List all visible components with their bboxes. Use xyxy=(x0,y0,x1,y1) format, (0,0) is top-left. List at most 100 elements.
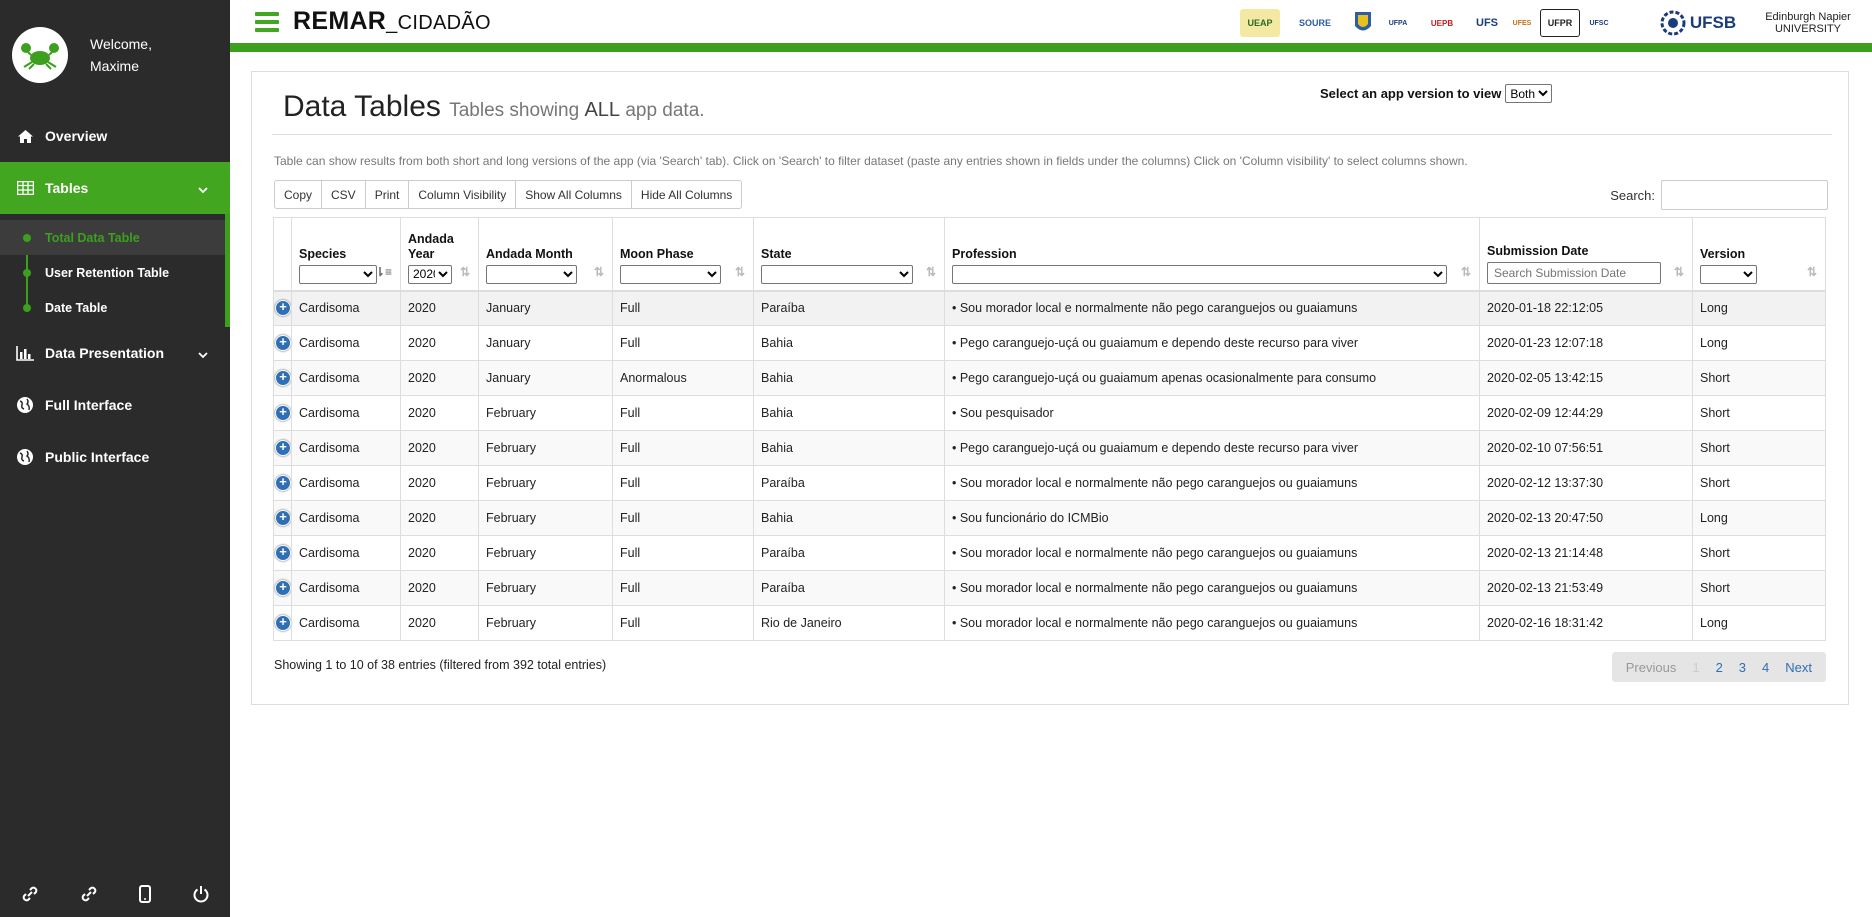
page-button[interactable]: 4 xyxy=(1754,660,1777,675)
column-header-species[interactable]: Species ⇂≡ xyxy=(291,217,401,292)
nav-full-interface[interactable]: Full Interface xyxy=(0,379,230,431)
table-row[interactable]: + Cardisoma 2020 February Full Paraíba • Sou m… xyxy=(273,570,1826,606)
cell-state: Paraíba xyxy=(753,535,945,571)
print-button[interactable]: Print xyxy=(364,180,410,209)
sort-icon[interactable]: ⇅ xyxy=(1807,265,1817,279)
sort-icon[interactable]: ⇅ xyxy=(594,265,604,279)
cell-state: Paraíba xyxy=(753,290,945,326)
previous-page-button[interactable]: Previous xyxy=(1618,660,1685,675)
copy-button[interactable]: Copy xyxy=(274,180,323,209)
cell-profession: • Sou funcionário do ICMBio xyxy=(944,500,1480,536)
table-row[interactable]: + Cardisoma 2020 February Full Paraíba • Sou m… xyxy=(273,535,1826,571)
expand-row-icon[interactable]: + xyxy=(275,370,291,386)
cell-submission-date: 2020-01-23 12:07:18 xyxy=(1479,325,1693,361)
expand-cell: + xyxy=(273,290,292,326)
cell-version: Short xyxy=(1692,465,1826,501)
sort-icon[interactable]: ⇅ xyxy=(1674,265,1684,279)
nav-full-interface-label: Full Interface xyxy=(45,397,133,413)
page-button[interactable]: 1 xyxy=(1684,660,1707,675)
expand-row-icon[interactable]: + xyxy=(275,510,291,526)
cell-andada-year: 2020 xyxy=(400,500,479,536)
expand-row-icon[interactable]: + xyxy=(275,615,291,631)
species-filter[interactable] xyxy=(299,264,377,284)
column-header-version[interactable]: Version ⇅ xyxy=(1692,217,1826,292)
expand-row-icon[interactable]: + xyxy=(275,300,291,317)
version-filter[interactable] xyxy=(1700,264,1757,284)
column-header-profession[interactable]: Profession ⇅ xyxy=(944,217,1480,292)
table-row[interactable]: + Cardisoma 2020 February Full Rio de Janeiro… xyxy=(273,605,1826,641)
cell-state: Bahia xyxy=(753,360,945,396)
partner-logo: UEAP xyxy=(1240,9,1280,37)
table-row[interactable]: + Cardisoma 2020 January Full Paraíba • Sou mo… xyxy=(273,290,1826,326)
nav-data-presentation[interactable]: Data Presentation xyxy=(0,327,230,379)
table-row[interactable]: + Cardisoma 2020 February Full Paraíba • Sou m… xyxy=(273,465,1826,501)
expand-row-icon[interactable]: + xyxy=(275,405,291,421)
next-page-button[interactable]: Next xyxy=(1777,660,1820,675)
sidebar-item-total-data-table[interactable]: Total Data Table xyxy=(0,220,225,255)
moon-phase-filter[interactable] xyxy=(620,264,721,284)
link-icon[interactable] xyxy=(21,885,39,906)
expand-row-icon[interactable]: + xyxy=(275,475,291,491)
cell-version: Short xyxy=(1692,570,1826,606)
version-select[interactable]: Both xyxy=(1505,84,1553,103)
power-icon[interactable] xyxy=(192,885,210,906)
csv-button[interactable]: CSV xyxy=(321,180,366,209)
cell-moon-phase: Full xyxy=(612,290,754,326)
cell-andada-month: February xyxy=(478,500,613,536)
submission-date-filter[interactable] xyxy=(1487,261,1661,284)
chevron-down-icon xyxy=(198,346,208,362)
nav-public-interface[interactable]: Public Interface xyxy=(0,431,230,483)
show-all-columns-button[interactable]: Show All Columns xyxy=(515,180,632,209)
cell-andada-year: 2020 xyxy=(400,570,479,606)
hide-all-columns-button[interactable]: Hide All Columns xyxy=(630,180,743,209)
andada-month-filter[interactable] xyxy=(486,264,577,284)
expand-row-icon[interactable]: + xyxy=(275,335,291,351)
column-visibility-button[interactable]: Column Visibility xyxy=(408,180,517,209)
expand-row-icon[interactable]: + xyxy=(275,440,291,456)
expand-row-icon[interactable]: + xyxy=(275,580,291,596)
page-title: Data Tables Tables showing ALL app data. xyxy=(283,90,705,123)
link-icon[interactable] xyxy=(80,885,98,906)
nav-overview[interactable]: Overview xyxy=(0,110,230,162)
table-row[interactable]: + Cardisoma 2020 January Anormalous Bahia • Pe… xyxy=(273,360,1826,396)
page-button[interactable]: 2 xyxy=(1708,660,1731,675)
column-header-moon-phase[interactable]: Moon Phase ⇅ xyxy=(612,217,754,292)
table-row[interactable]: + Cardisoma 2020 January Full Bahia • Pego car… xyxy=(273,325,1826,361)
profession-filter[interactable] xyxy=(952,264,1447,284)
table-row[interactable]: + Cardisoma 2020 February Full Bahia • Sou fun… xyxy=(273,500,1826,536)
sort-icon[interactable]: ⇅ xyxy=(735,265,745,279)
expand-row-icon[interactable]: + xyxy=(275,545,291,561)
cell-species: Cardisoma xyxy=(291,360,401,396)
sidebar-item-user-retention-table[interactable]: User Retention Table xyxy=(0,255,225,290)
mobile-icon[interactable] xyxy=(138,884,151,906)
nav-tables[interactable]: Tables xyxy=(0,162,230,214)
column-header-andada-year[interactable]: Andada Year 2020 ⇅ xyxy=(400,217,479,292)
search-input[interactable] xyxy=(1661,180,1828,210)
home-icon xyxy=(14,125,36,147)
cell-moon-phase: Full xyxy=(612,430,754,466)
sort-asc-icon[interactable]: ⇂≡ xyxy=(375,265,392,279)
cell-andada-month: February xyxy=(478,535,613,571)
cell-state: Paraíba xyxy=(753,570,945,606)
column-header-andada-month[interactable]: Andada Month ⇅ xyxy=(478,217,613,292)
sidebar-item-date-table[interactable]: Date Table xyxy=(0,290,225,325)
state-filter[interactable] xyxy=(761,264,913,284)
data-tables-panel: Data Tables Tables showing ALL app data.… xyxy=(251,71,1849,705)
table-row[interactable]: + Cardisoma 2020 February Full Bahia • Pego ca… xyxy=(273,430,1826,466)
cell-species: Cardisoma xyxy=(291,500,401,536)
table-buttons: Copy CSV Print Column Visibility Show Al… xyxy=(274,180,743,209)
sort-icon[interactable]: ⇅ xyxy=(1461,265,1471,279)
cell-submission-date: 2020-02-16 18:31:42 xyxy=(1479,605,1693,641)
column-header-state[interactable]: State ⇅ xyxy=(753,217,945,292)
sort-icon[interactable]: ⇅ xyxy=(926,265,936,279)
column-header-submission-date[interactable]: Submission Date ⇅ xyxy=(1479,217,1693,292)
sort-icon[interactable]: ⇅ xyxy=(460,265,470,279)
cell-species: Cardisoma xyxy=(291,535,401,571)
menu-toggle-icon[interactable] xyxy=(255,11,279,32)
page-button[interactable]: 3 xyxy=(1731,660,1754,675)
andada-year-filter[interactable]: 2020 xyxy=(408,264,452,284)
expand-cell: + xyxy=(273,570,292,606)
table-row[interactable]: + Cardisoma 2020 February Full Bahia • Sou pes… xyxy=(273,395,1826,431)
expand-column-header xyxy=(273,217,292,292)
cell-version: Short xyxy=(1692,535,1826,571)
